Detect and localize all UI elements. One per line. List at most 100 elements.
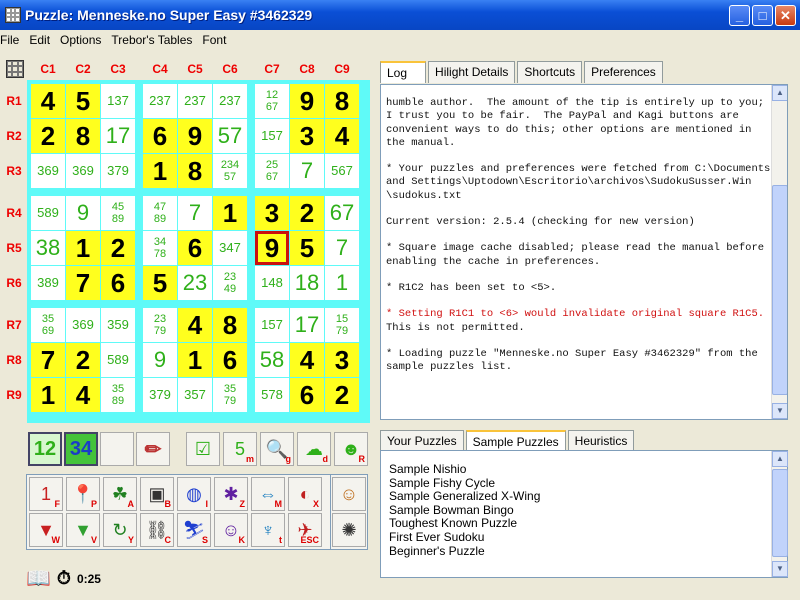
cycle-button[interactable]: ↻ Y: [103, 513, 137, 547]
sudoku-cell[interactable]: 25 67: [255, 154, 289, 188]
sudoku-cell[interactable]: 357: [178, 378, 212, 412]
scroll-down-icon[interactable]: ▼: [772, 403, 787, 419]
tree-button[interactable]: ♆ t: [251, 513, 285, 547]
puzzle-scrollbar[interactable]: ▲ ▼: [771, 451, 788, 577]
sudoku-cell[interactable]: 1: [178, 343, 212, 377]
sudoku-cell[interactable]: 7: [178, 196, 212, 230]
candidates-one-button[interactable]: 12: [28, 432, 62, 466]
pin-button[interactable]: 📍 P: [66, 477, 100, 511]
list-item[interactable]: First Ever Sudoku: [389, 530, 540, 545]
menu-edit[interactable]: Edit: [29, 33, 56, 47]
sudoku-cell[interactable]: 2: [66, 343, 100, 377]
blank-button[interactable]: [100, 432, 134, 466]
sudoku-cell[interactable]: 369: [66, 154, 100, 188]
sudoku-cell[interactable]: 2: [290, 196, 324, 230]
tab-preferences[interactable]: Preferences: [584, 61, 663, 83]
sudoku-cell[interactable]: 2: [31, 119, 65, 153]
sudoku-cell[interactable]: 8: [66, 119, 100, 153]
scroll-thumb[interactable]: [772, 185, 787, 395]
skier-button[interactable]: ⛷ S: [177, 513, 211, 547]
sudoku-cell[interactable]: 379: [143, 378, 177, 412]
sudoku-cell[interactable]: 18: [290, 266, 324, 300]
sudoku-cell[interactable]: 237: [213, 84, 247, 118]
sudoku-cell[interactable]: 7: [66, 266, 100, 300]
sudoku-cell[interactable]: 369: [66, 308, 100, 342]
sudoku-cell[interactable]: 137: [101, 84, 135, 118]
list-item[interactable]: Beginner's Puzzle: [389, 544, 540, 559]
sudoku-cell[interactable]: 35 89: [101, 378, 135, 412]
sudoku-cell[interactable]: 17: [101, 119, 135, 153]
sudoku-cell[interactable]: 369: [31, 154, 65, 188]
close-icon[interactable]: ✕: [775, 5, 796, 26]
menu-file[interactable]: File: [0, 33, 25, 47]
sudoku-cell[interactable]: 35 79: [213, 378, 247, 412]
bug-button[interactable]: ✱ Z: [214, 477, 248, 511]
grid-icon[interactable]: [6, 60, 24, 78]
web-button[interactable]: ✺: [332, 513, 366, 547]
sudoku-cell[interactable]: 1: [66, 231, 100, 265]
sudoku-cell[interactable]: 3: [325, 343, 359, 377]
first-button[interactable]: 1F: [29, 477, 63, 511]
sudoku-cell[interactable]: 5: [290, 231, 324, 265]
sudoku-cell[interactable]: 6: [178, 231, 212, 265]
list-item[interactable]: Sample Bowman Bingo: [389, 503, 540, 518]
sudoku-cell[interactable]: 589: [101, 343, 135, 377]
book-icon[interactable]: 📖: [26, 566, 51, 591]
magnifier-button[interactable]: 🔍 g: [260, 432, 294, 466]
sudoku-cell[interactable]: 23 49: [213, 266, 247, 300]
fish-button[interactable]: ◐ X: [288, 477, 322, 511]
menu-trebors-tables[interactable]: Trebor's Tables: [111, 33, 198, 47]
minimize-icon[interactable]: _: [729, 5, 750, 26]
sudoku-cell[interactable]: 589: [31, 196, 65, 230]
list-item[interactable]: Sample Nishio: [389, 462, 540, 477]
sudoku-cell[interactable]: 347: [213, 231, 247, 265]
sudoku-cell[interactable]: 12 67: [255, 84, 289, 118]
sudoku-cell[interactable]: 9: [178, 119, 212, 153]
sudoku-cell[interactable]: 567: [325, 154, 359, 188]
robot-b-button[interactable]: ▣ B: [140, 477, 174, 511]
sudoku-cell[interactable]: 57: [213, 119, 247, 153]
sudoku-cell[interactable]: 2: [101, 231, 135, 265]
sudoku-cell[interactable]: 5: [66, 84, 100, 118]
bat-v-button[interactable]: ▼ V: [66, 513, 100, 547]
sudoku-cell[interactable]: 7: [325, 231, 359, 265]
brain-button[interactable]: ☁ d: [297, 432, 331, 466]
checklist-button[interactable]: ☑: [186, 432, 220, 466]
sudoku-cell[interactable]: 3: [290, 119, 324, 153]
tab-shortcuts[interactable]: Shortcuts: [517, 61, 583, 83]
kids-button[interactable]: ☺ K: [214, 513, 248, 547]
maximize-icon[interactable]: □: [752, 5, 773, 26]
sudoku-cell[interactable]: 3: [255, 196, 289, 230]
sudoku-cell[interactable]: 8: [213, 308, 247, 342]
escape-button[interactable]: ✈ ESC: [288, 513, 322, 547]
sudoku-cell[interactable]: 4: [66, 378, 100, 412]
tab-sample-puzzles[interactable]: Sample Puzzles: [465, 430, 566, 452]
sudoku-cell[interactable]: 9: [143, 343, 177, 377]
sudoku-cell[interactable]: 8: [178, 154, 212, 188]
sudoku-cell[interactable]: 67: [325, 196, 359, 230]
sudoku-cell[interactable]: 379: [101, 154, 135, 188]
scroll-thumb[interactable]: [772, 469, 788, 557]
menu-options[interactable]: Options: [60, 33, 107, 47]
sudoku-cell[interactable]: 1: [213, 196, 247, 230]
bat-button[interactable]: ▼ W: [29, 513, 63, 547]
sudoku-cell[interactable]: 35 69: [31, 308, 65, 342]
sudoku-cell[interactable]: 6: [101, 266, 135, 300]
scroll-up-icon[interactable]: ▲: [772, 85, 787, 101]
sudoku-cell[interactable]: 45 89: [101, 196, 135, 230]
sudoku-cell[interactable]: 157: [255, 308, 289, 342]
tab-your-puzzles[interactable]: Your Puzzles: [380, 430, 464, 452]
sudoku-cell[interactable]: 7: [290, 154, 324, 188]
arrows-button[interactable]: ⇔ M: [251, 477, 285, 511]
sudoku-cell[interactable]: 1: [31, 378, 65, 412]
alien-button[interactable]: ☘ A: [103, 477, 137, 511]
log-scrollbar[interactable]: ▲ ▼: [771, 85, 787, 419]
sudoku-cell[interactable]: 7: [31, 343, 65, 377]
sudoku-cell[interactable]: 578: [255, 378, 289, 412]
sudoku-cell[interactable]: 6: [213, 343, 247, 377]
sudoku-cell[interactable]: 34 78: [143, 231, 177, 265]
sudoku-cell[interactable]: 389: [31, 266, 65, 300]
sudoku-cell[interactable]: 237: [178, 84, 212, 118]
sudoku-cell[interactable]: 9: [255, 231, 289, 265]
pencil-button[interactable]: ✏: [136, 432, 170, 466]
